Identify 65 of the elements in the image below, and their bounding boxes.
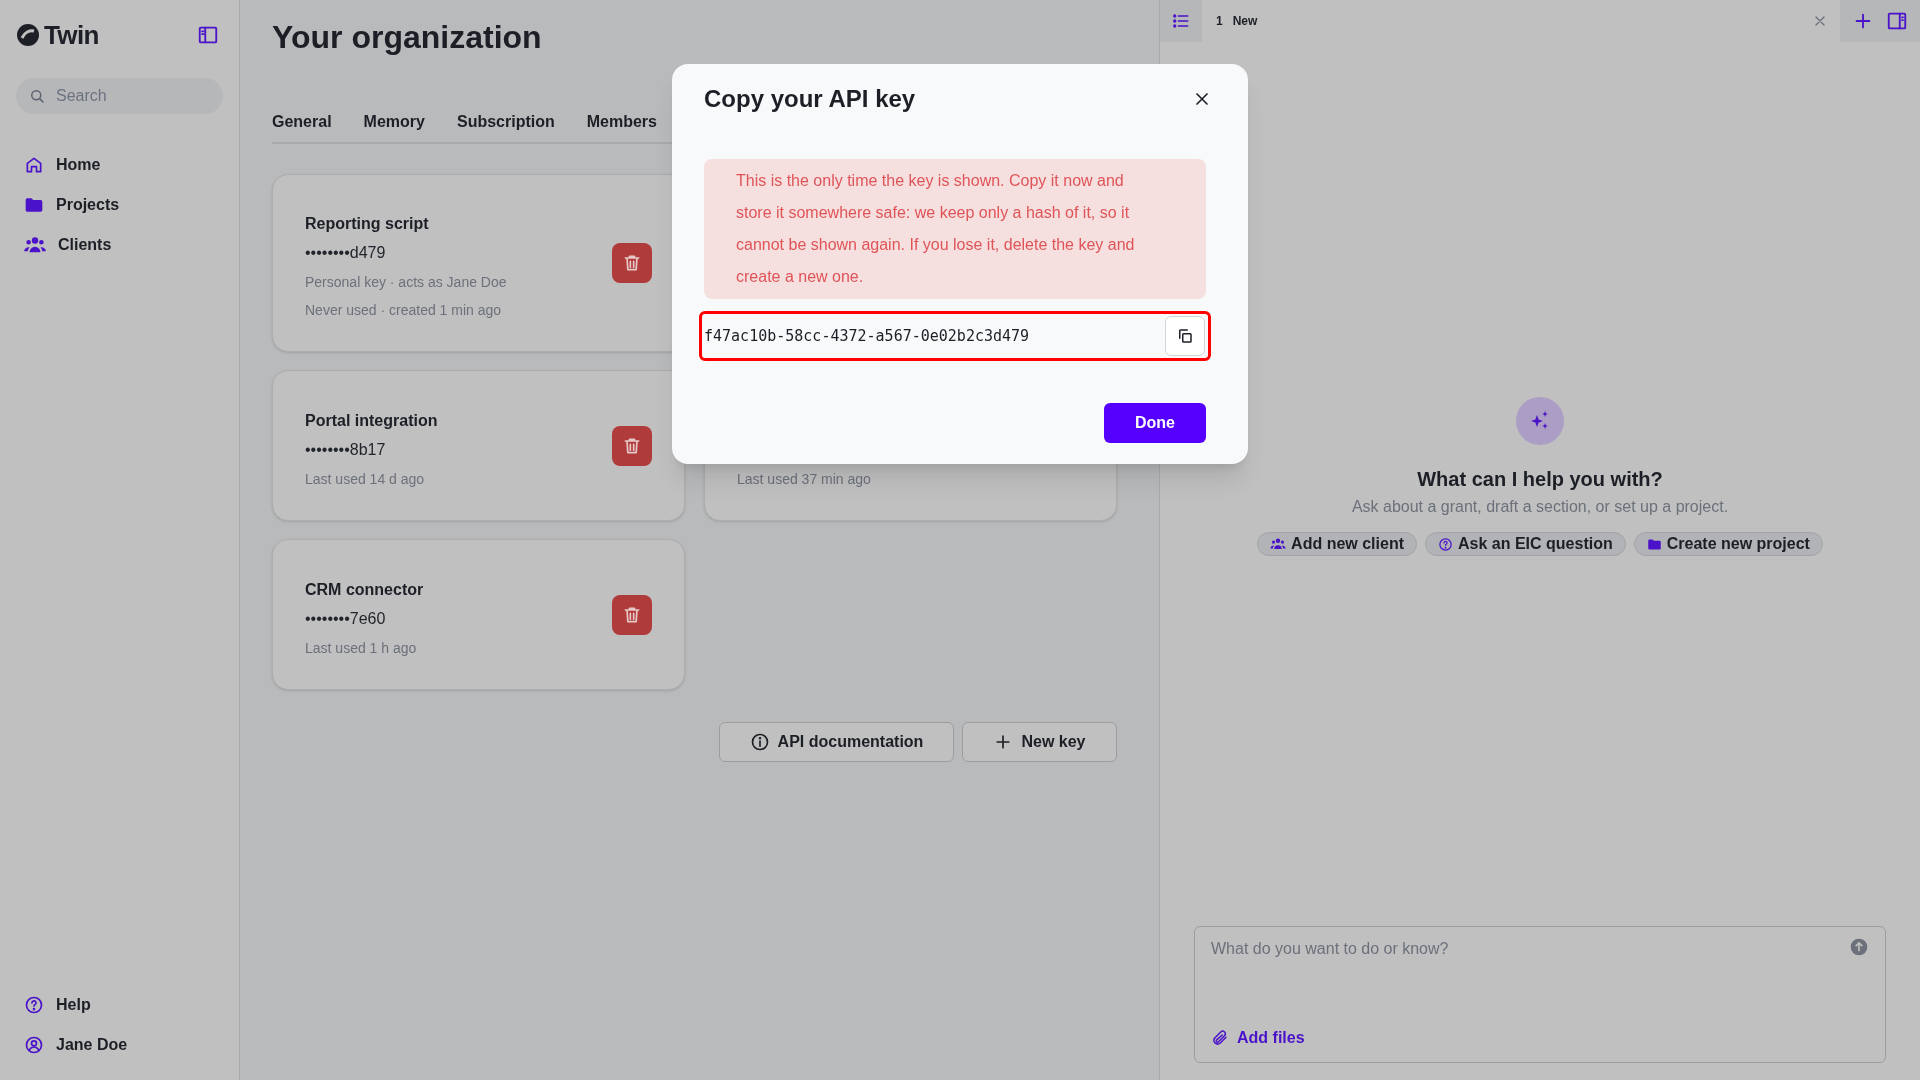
logo-text: Twin: [44, 22, 99, 48]
copy-button[interactable]: [1165, 316, 1205, 356]
tab[interactable]: Subscription: [456, 110, 555, 142]
empty-state-subtitle: Ask about a grant, draft a section, or set up a project.: [1351, 497, 1729, 517]
paperclip-icon: [1211, 1029, 1229, 1047]
masked-key: ••••••••d479: [305, 241, 386, 265]
key-meta: Last used 14 d ago: [305, 470, 425, 489]
api-key-field[interactable]: f47ac10b-58cc-4372-a567-0e02b2c3d479: [699, 311, 1211, 361]
profile-link[interactable]: Jane Doe: [24, 1034, 215, 1056]
copy-icon: [1176, 327, 1194, 345]
chat-tab[interactable]: 1 New: [1202, 0, 1840, 42]
nav-item[interactable]: Clients: [24, 232, 215, 258]
list-button[interactable]: [1160, 0, 1202, 42]
send-button[interactable]: [1849, 937, 1869, 957]
delete-button[interactable]: [612, 243, 652, 283]
info-icon: [749, 732, 770, 752]
key-meta: Never used · created 1 min ago: [305, 301, 502, 320]
key-meta: Last used 37 min ago: [737, 470, 871, 489]
users-icon: [24, 235, 46, 255]
search-icon: [28, 87, 46, 105]
panel-toggle-button[interactable]: [1886, 10, 1908, 32]
suggestion-chip[interactable]: Add new client: [1257, 532, 1417, 556]
tab[interactable]: Members: [586, 110, 657, 142]
sidebar-icon: [197, 24, 219, 46]
search-field[interactable]: Search: [16, 78, 223, 114]
add-files-button[interactable]: Add files: [1211, 1026, 1305, 1050]
home-icon: [24, 155, 44, 175]
users-icon: [1270, 537, 1287, 551]
panel-icon: [1886, 10, 1908, 32]
delete-button[interactable]: [612, 425, 652, 466]
new-key-button[interactable]: New key: [962, 722, 1117, 762]
folder-icon: [24, 195, 44, 215]
tab-number: 1: [1216, 13, 1223, 30]
send-icon: [1849, 937, 1869, 957]
dialog-title: Copy your API key: [704, 84, 916, 114]
key-meta: Last used 1 h ago: [305, 639, 417, 658]
key-name: CRM connector: [305, 580, 424, 600]
help-link[interactable]: Help: [24, 994, 215, 1016]
suggestion-chip[interactable]: Ask an EIC question: [1425, 532, 1626, 556]
list-icon: [1171, 11, 1191, 31]
suggestion-chip[interactable]: Create new project: [1633, 532, 1823, 556]
key-name: Reporting script: [305, 214, 429, 234]
masked-key: ••••••••8b17: [305, 438, 386, 462]
tab-label: New: [1232, 13, 1259, 30]
api-documentation-button[interactable]: API documentation: [719, 722, 954, 762]
logo-icon: [16, 23, 40, 47]
tab[interactable]: Memory: [363, 110, 425, 142]
key-name: Portal integration: [305, 411, 438, 431]
empty-state-heading: What can I help you with?: [1417, 467, 1663, 492]
page-title: Your organization: [272, 18, 543, 57]
key-meta: Personal key · acts as Jane Doe: [305, 273, 507, 292]
tab[interactable]: General: [272, 110, 332, 142]
done-button[interactable]: Done: [1104, 403, 1206, 443]
api-key-value: f47ac10b-58cc-4372-a567-0e02b2c3d479: [704, 325, 1031, 347]
trash-icon: [622, 253, 642, 273]
delete-button[interactable]: [612, 594, 652, 635]
help-icon: [24, 995, 44, 1015]
masked-key: ••••••••7e60: [305, 607, 386, 631]
nav-item[interactable]: Projects: [24, 192, 215, 218]
nav-item[interactable]: Home: [24, 152, 215, 178]
sparkle-icon: [1516, 397, 1564, 445]
warning-message: This is the only time the key is shown. Copy it now and store it somewhere safe: we keep only a hash of it, so it cannot be shown again. If you lose it, delete the key and create a new one.: [704, 159, 1206, 299]
help-icon: [1438, 536, 1453, 552]
message-composer[interactable]: What do you want to do or know? Add files: [1194, 926, 1886, 1063]
user-icon: [24, 1035, 44, 1055]
